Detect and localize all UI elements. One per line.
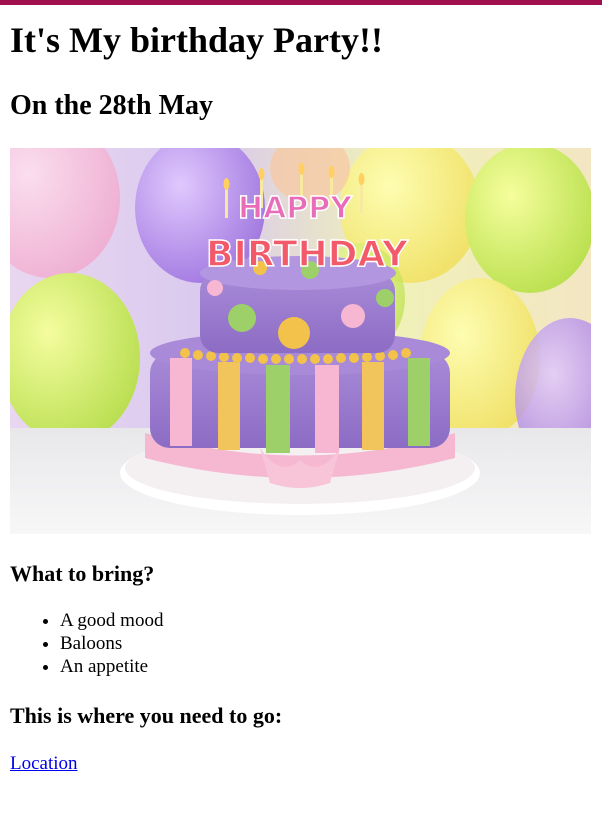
list-item: A good mood — [60, 609, 163, 632]
list-item: Baloons — [60, 632, 163, 655]
birthday-cake-image: HAPPY BIRTHDAY — [10, 148, 591, 534]
what-to-bring-heading: What to bring? — [10, 561, 155, 586]
top-accent-bar — [0, 0, 602, 5]
list-item: An appetite — [60, 655, 163, 678]
page-title: It's My birthday Party!! — [10, 20, 383, 60]
where-to-go-heading: This is where you need to go: — [10, 703, 283, 728]
bring-list: A good mood Baloons An appetite — [10, 609, 163, 678]
party-date: On the 28th May — [10, 90, 213, 121]
location-link[interactable]: Location — [10, 752, 78, 776]
svg-text:BIRTHDAY: BIRTHDAY — [206, 234, 409, 275]
svg-text:HAPPY: HAPPY — [238, 191, 353, 226]
